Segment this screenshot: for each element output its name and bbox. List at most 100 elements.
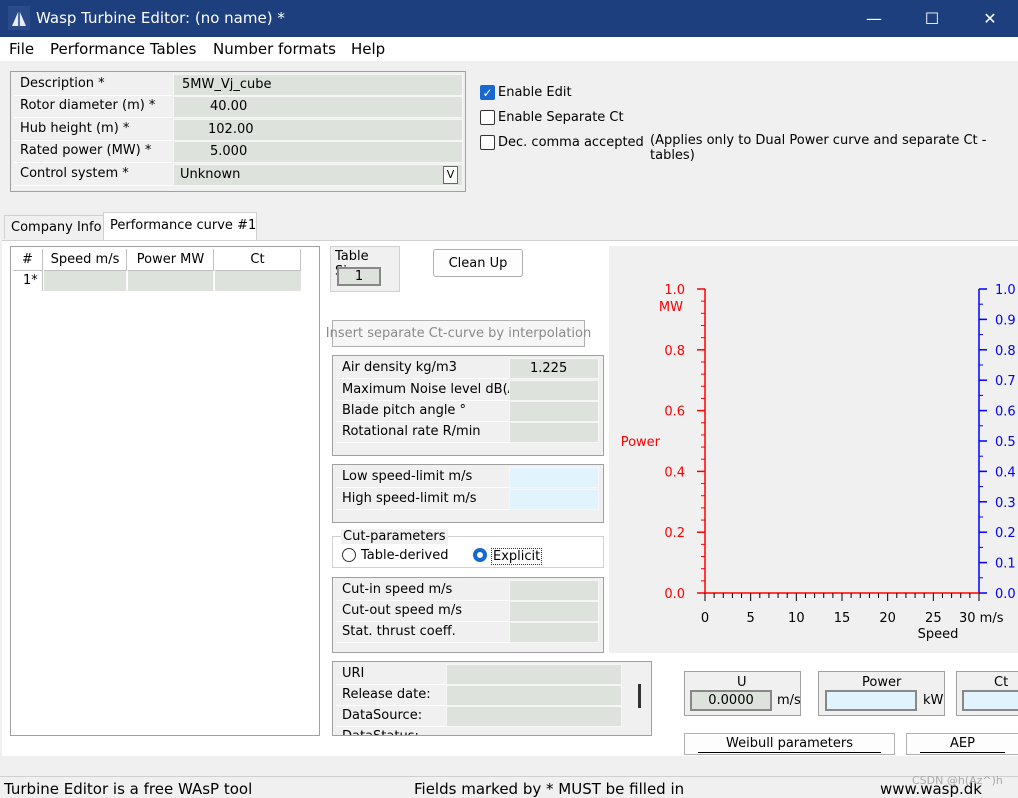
rotor-diameter-field[interactable]: 40.00 bbox=[173, 96, 463, 118]
aep-label: AEP bbox=[920, 736, 1005, 753]
power-value-field[interactable] bbox=[825, 690, 917, 711]
description-field[interactable]: 5MW_Vj_cube bbox=[173, 74, 463, 96]
ct-axis-tick-label: 0.6 bbox=[995, 405, 1016, 420]
ct-axis-tick-label: 0.1 bbox=[995, 557, 1016, 572]
hub-height-label: Hub height (m) * bbox=[14, 119, 172, 141]
cut-parameters-group: Cut-parameters Table-derived Explicit bbox=[332, 529, 604, 568]
ct-readout-group: Ct bbox=[956, 671, 1018, 716]
metadata-panel: URI Release date: DataSource: DataStatus… bbox=[332, 661, 652, 736]
table-cell-ct[interactable] bbox=[215, 271, 301, 291]
ct-axis-tick-label: 0.2 bbox=[995, 526, 1016, 541]
rated-power-field[interactable]: 5.000 bbox=[173, 141, 463, 163]
insert-ct-curve-button[interactable]: Insert separate Ct-curve by interpolatio… bbox=[326, 320, 591, 347]
rotational-rate-field[interactable] bbox=[509, 422, 599, 443]
power-curve-chart: 0.0 0.2 0.4 0.6 0.8 1.0 MW Power 0.0 0.1 0.2 0.3 0.4… bbox=[621, 283, 1016, 642]
rotational-rate-label: Rotational rate R/min bbox=[336, 422, 509, 443]
air-density-field[interactable]: 1.225 bbox=[509, 358, 599, 379]
hub-height-field[interactable]: 102.00 bbox=[173, 119, 463, 141]
performance-table[interactable]: # Speed m/s Power MW Ct 1* bbox=[10, 246, 320, 736]
speed-axis-tick-label: 10 bbox=[788, 611, 805, 626]
u-readout-group: U 0.0000 m/s bbox=[684, 671, 801, 716]
table-header-power[interactable]: Power MW bbox=[128, 249, 214, 271]
ct-readout-label: Ct bbox=[994, 675, 1009, 690]
uri-field[interactable] bbox=[446, 664, 622, 685]
air-density-label: Air density kg/m3 bbox=[336, 358, 509, 379]
aep-button[interactable]: AEP bbox=[906, 733, 1018, 755]
u-label: U bbox=[737, 675, 747, 690]
control-system-dropdown-button[interactable]: V bbox=[443, 166, 458, 184]
checkmark-icon: ✓ bbox=[482, 86, 493, 100]
explicit-radio[interactable] bbox=[473, 548, 487, 562]
table-derived-label[interactable]: Table-derived bbox=[361, 548, 448, 563]
cut-in-speed-label: Cut-in speed m/s bbox=[336, 580, 509, 601]
power-unit: kW bbox=[923, 693, 944, 708]
wasp-app-icon bbox=[8, 6, 30, 30]
metadata-scrollbar[interactable] bbox=[638, 684, 641, 708]
high-speed-limit-field[interactable] bbox=[509, 489, 599, 510]
power-readout-label: Power bbox=[862, 675, 902, 690]
power-axis-tick-label: 0.6 bbox=[664, 405, 685, 420]
power-curve-chart-area: 0.0 0.2 0.4 0.6 0.8 1.0 MW Power 0.0 0.1 0.2 0.3 0.4… bbox=[609, 246, 1018, 653]
clean-up-button[interactable]: Clean Up bbox=[433, 249, 523, 277]
table-header-ct[interactable]: Ct bbox=[215, 249, 301, 271]
cut-out-speed-field[interactable] bbox=[509, 601, 599, 622]
noise-level-field[interactable] bbox=[509, 380, 599, 401]
table-size-group: Table Size 1 bbox=[330, 246, 400, 292]
cut-out-speed-label: Cut-out speed m/s bbox=[336, 601, 509, 622]
enable-edit-label[interactable]: Enable Edit bbox=[498, 85, 572, 100]
status-center-text: Fields marked by * MUST be filled in bbox=[414, 780, 685, 798]
table-cell-power[interactable] bbox=[128, 271, 214, 291]
table-size-field[interactable]: 1 bbox=[337, 267, 381, 286]
cut-in-speed-field[interactable] bbox=[509, 580, 599, 601]
explicit-label[interactable]: Explicit bbox=[491, 548, 543, 565]
tab-performance-curve[interactable]: Performance curve #1 bbox=[103, 212, 257, 241]
minimize-icon: — bbox=[866, 9, 882, 28]
noise-level-label: Maximum Noise level dB(A) bbox=[336, 380, 522, 401]
power-axis-tick-label: 1.0 bbox=[664, 283, 685, 298]
power-axis-tick-label: 0.2 bbox=[664, 526, 685, 541]
maximize-button[interactable]: ☐ bbox=[903, 0, 961, 37]
ct-axis-tick-label: 0.4 bbox=[995, 465, 1016, 480]
menu-help[interactable]: Help bbox=[351, 40, 385, 58]
table-cell-speed[interactable] bbox=[44, 271, 127, 291]
turbine-properties-panel: Description * 5MW_Vj_cube Rotor diameter… bbox=[10, 71, 466, 192]
enable-edit-checkbox[interactable]: ✓ bbox=[480, 85, 495, 100]
weibull-parameters-button[interactable]: Weibull parameters bbox=[684, 733, 895, 755]
menu-number-formats[interactable]: Number formats bbox=[213, 40, 336, 58]
release-date-field[interactable] bbox=[446, 685, 622, 706]
data-source-field[interactable] bbox=[446, 706, 622, 727]
table-header-speed[interactable]: Speed m/s bbox=[44, 249, 127, 271]
dec-comma-label[interactable]: Dec. comma accepted bbox=[498, 135, 644, 150]
speed-axis-tick-label: 25 bbox=[925, 611, 942, 626]
data-source-label: DataSource: bbox=[336, 706, 446, 727]
dual-power-note: (Applies only to Dual Power curve and se… bbox=[650, 133, 987, 163]
menu-performance-tables[interactable]: Performance Tables bbox=[50, 40, 196, 58]
maximize-icon: ☐ bbox=[924, 9, 940, 28]
ct-axis-tick-label: 0.0 bbox=[995, 587, 1016, 602]
ct-axis-tick-label: 0.3 bbox=[995, 496, 1016, 511]
enable-separate-ct-checkbox[interactable] bbox=[480, 110, 495, 125]
control-system-label: Control system * bbox=[14, 164, 172, 186]
stat-thrust-field[interactable] bbox=[509, 622, 599, 643]
speed-axis-tick-label: 5 bbox=[747, 611, 755, 626]
enable-separate-ct-label[interactable]: Enable Separate Ct bbox=[498, 110, 624, 125]
low-speed-limit-label: Low speed-limit m/s bbox=[336, 467, 509, 488]
control-system-select[interactable]: Unknown V bbox=[173, 164, 463, 186]
ct-value-field[interactable] bbox=[962, 690, 1018, 711]
close-button[interactable]: ✕ bbox=[961, 0, 1018, 37]
rotor-diameter-label: Rotor diameter (m) * bbox=[14, 96, 172, 118]
table-header-index[interactable]: # bbox=[13, 249, 43, 271]
title-bar[interactable]: Wasp Turbine Editor: (no name) * — ☐ ✕ bbox=[0, 0, 1018, 37]
tab-company-info[interactable]: Company Info bbox=[4, 215, 104, 239]
dec-comma-checkbox[interactable] bbox=[480, 135, 495, 150]
watermark-text: CSDN @h(Az^)h bbox=[912, 774, 1003, 787]
ct-axis-tick-label: 0.9 bbox=[995, 313, 1016, 328]
menu-file[interactable]: File bbox=[9, 40, 34, 58]
minimize-button[interactable]: — bbox=[845, 0, 903, 37]
blade-pitch-field[interactable] bbox=[509, 401, 599, 422]
weibull-parameters-label: Weibull parameters bbox=[698, 736, 881, 753]
u-value-field[interactable]: 0.0000 bbox=[690, 690, 772, 711]
stat-thrust-label: Stat. thrust coeff. bbox=[336, 622, 509, 643]
table-derived-radio[interactable] bbox=[342, 548, 356, 562]
low-speed-limit-field[interactable] bbox=[509, 467, 599, 488]
